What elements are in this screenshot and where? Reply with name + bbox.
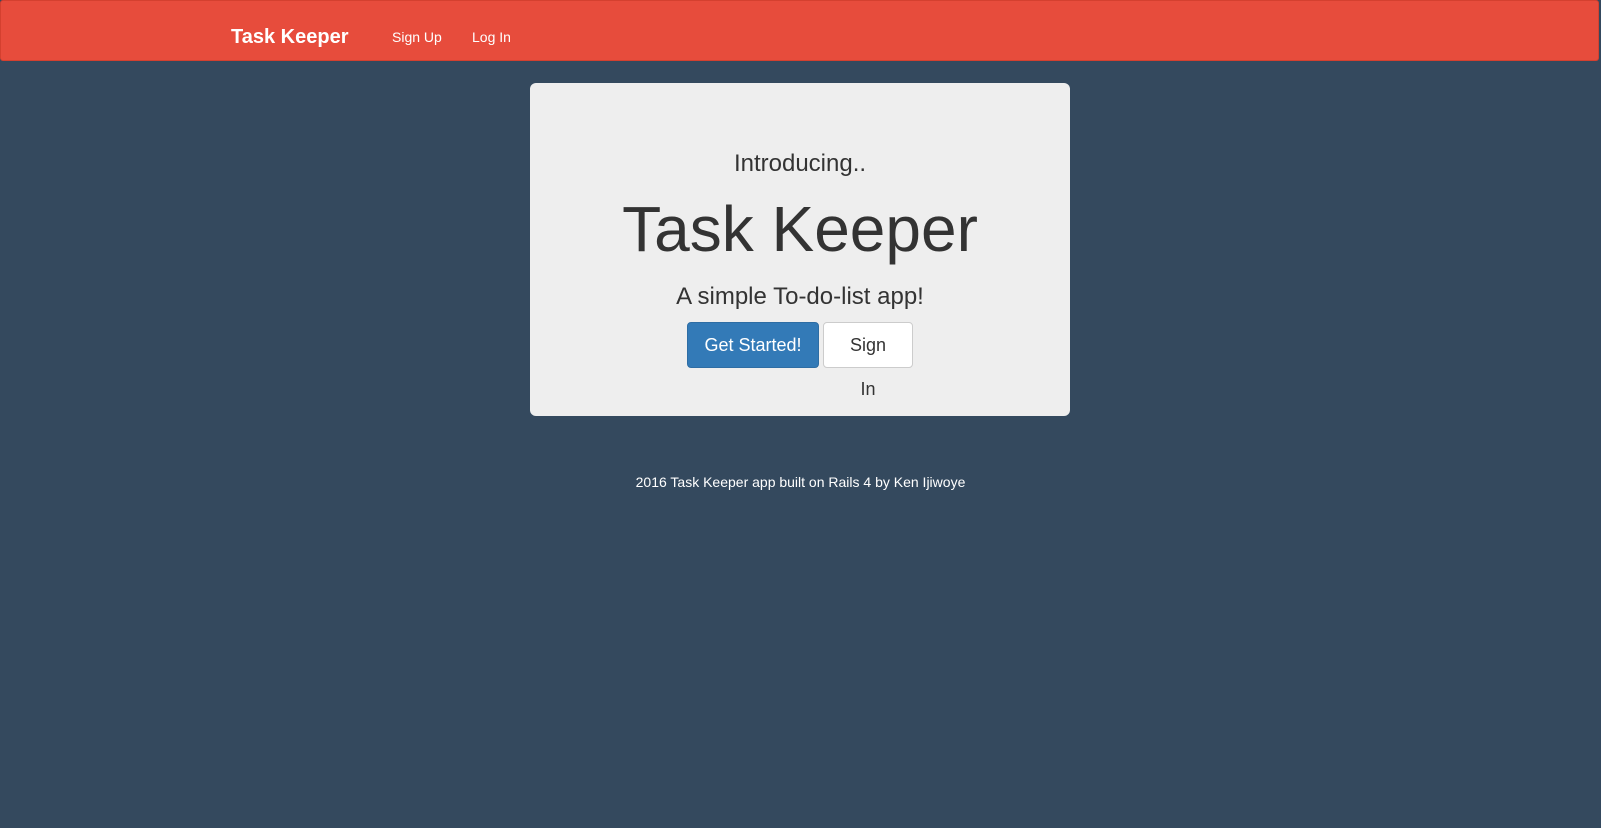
footer-text: 2016 Task Keeper app built on Rails 4 by…: [635, 474, 966, 490]
sign-in-button[interactable]: Sign In: [823, 322, 913, 399]
hero-tagline: A simple To-do-list app!: [676, 283, 924, 310]
brand-link[interactable]: Task Keeper: [231, 1, 348, 62]
hero-intro: Introducing..: [733, 150, 867, 177]
get-started-button[interactable]: Get Started!: [687, 322, 819, 368]
hero-panel: Introducing.. Task Keeper A simple To-do…: [530, 83, 1070, 416]
nav-log-in-link[interactable]: Log In: [472, 1, 511, 62]
hero-title: Task Keeper: [622, 193, 978, 265]
nav-sign-up-link[interactable]: Sign Up: [392, 1, 442, 62]
top-navbar: Task Keeper Sign Up Log In: [0, 0, 1599, 61]
